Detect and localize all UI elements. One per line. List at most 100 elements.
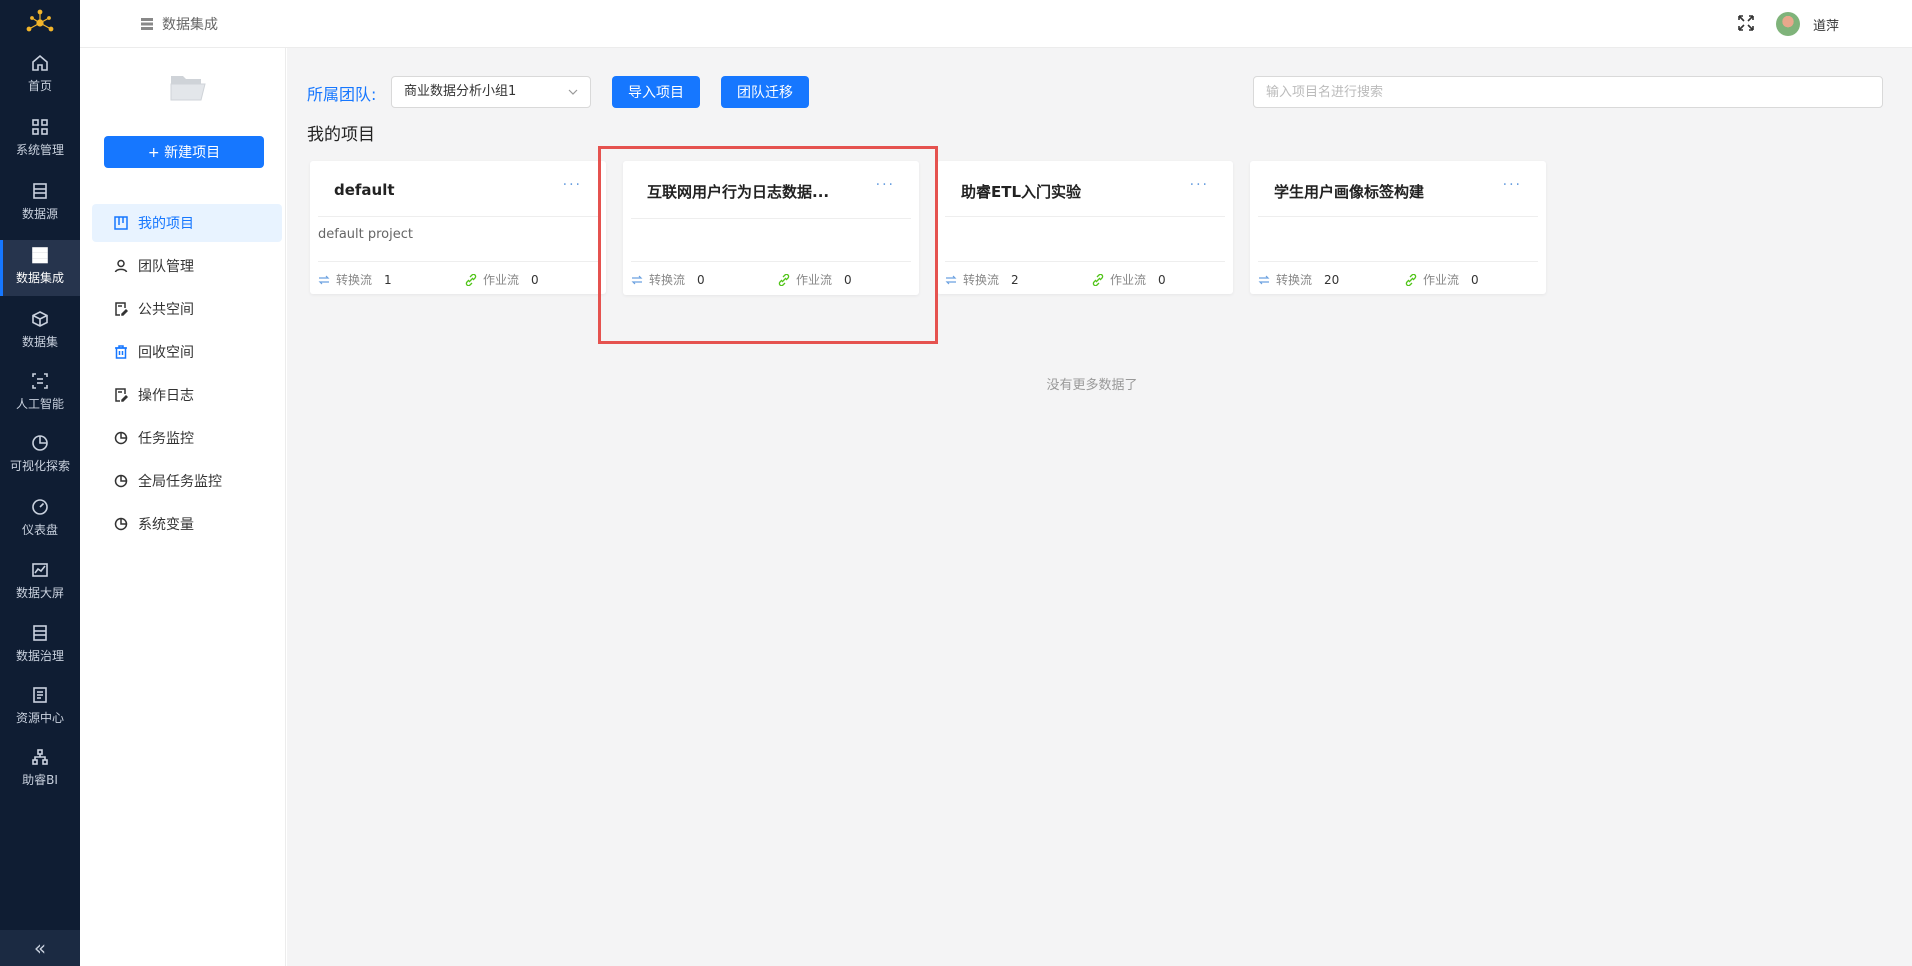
stat-count: 1 <box>384 272 392 287</box>
menu-label: 全局任务监控 <box>138 474 222 490</box>
project-title[interactable]: default <box>334 181 554 199</box>
rail-item-bi[interactable]: 助睿BI <box>0 742 80 798</box>
rail-item-resource[interactable]: 资源中心 <box>0 680 80 736</box>
top-header: 数据集成 道萍 <box>80 0 1912 48</box>
link-icon <box>1092 273 1104 286</box>
swap-icon <box>1258 275 1270 284</box>
rail-item-system[interactable]: 系统管理 <box>0 112 80 168</box>
doc-icon <box>33 183 47 199</box>
stat-label: 作业流 <box>1423 273 1460 287</box>
new-project-button[interactable]: + 新建项目 <box>104 136 264 168</box>
menu-global-task-monitor[interactable]: 全局任务监控 <box>92 462 282 500</box>
collapse-rail-button[interactable]: « <box>0 930 80 966</box>
edit-doc-icon <box>115 388 128 402</box>
board-icon <box>114 216 128 230</box>
stat-label: 作业流 <box>483 273 520 287</box>
team-select[interactable]: 商业数据分析小组1 <box>391 76 591 108</box>
menu-task-monitor[interactable]: 任务监控 <box>92 419 282 457</box>
main-area: 所属团队: 商业数据分析小组1 导入项目 团队迁移 我的项目 default ·… <box>287 48 1912 966</box>
stat-label: 转换流 <box>336 273 373 287</box>
divider <box>318 261 598 262</box>
link-icon <box>1405 273 1417 286</box>
menu-label: 系统变量 <box>138 517 194 533</box>
edit-doc-icon <box>115 302 128 316</box>
stat-count: 0 <box>1471 272 1479 287</box>
import-project-button[interactable]: 导入项目 <box>612 76 700 108</box>
menu-team-management[interactable]: 团队管理 <box>92 247 282 285</box>
menu-public-space[interactable]: 公共空间 <box>92 290 282 328</box>
project-title[interactable]: 助睿ETL入门实验 <box>961 181 1181 202</box>
user-name[interactable]: 道萍 <box>1813 15 1839 34</box>
transform-stat: 转换流 20 <box>1258 271 1339 288</box>
chevron-down-icon <box>568 89 578 95</box>
project-title[interactable]: 学生用户画像标签构建 <box>1274 181 1494 202</box>
transform-stat: 转换流 2 <box>945 271 1019 288</box>
rail-item-datasource[interactable]: 数据源 <box>0 176 80 232</box>
rail-label: 数据大屏 <box>15 586 64 600</box>
menu-recycle-space[interactable]: 回收空间 <box>92 333 282 371</box>
user-icon <box>114 259 128 273</box>
breadcrumb: 数据集成 <box>140 14 218 34</box>
project-card-default[interactable]: default ··· default project 转换流 1 作业流 0 <box>310 161 606 294</box>
trash-icon <box>115 345 127 359</box>
rail-label: 人工智能 <box>15 397 64 411</box>
job-stat: 作业流 0 <box>1092 271 1166 288</box>
server-icon <box>141 18 153 30</box>
rail-item-bigscreen[interactable]: 数据大屏 <box>0 555 80 611</box>
fullscreen-icon[interactable] <box>1737 14 1755 32</box>
stat-count: 0 <box>1158 272 1166 287</box>
stat-count: 0 <box>531 272 539 287</box>
rail-item-ai[interactable]: 人工智能 <box>0 366 80 422</box>
rail-item-dashboard[interactable]: 仪表盘 <box>0 492 80 548</box>
folder-icon <box>170 76 206 101</box>
pie-icon <box>114 431 128 445</box>
rail-item-dataset[interactable]: 数据集 <box>0 304 80 360</box>
project-search-input[interactable] <box>1253 76 1883 108</box>
rail-label: 系统管理 <box>15 143 64 157</box>
team-migrate-button[interactable]: 团队迁移 <box>721 76 809 108</box>
ai-icon <box>32 373 48 389</box>
job-stat: 作业流 0 <box>1405 271 1479 288</box>
nav-rail: 首页 系统管理 数据源 数据集成 数据集 人工智能 可视化探索 仪表盘 数据大屏… <box>0 0 80 966</box>
pie-icon <box>114 474 128 488</box>
team-select-value: 商业数据分析小组1 <box>404 84 517 99</box>
more-icon[interactable]: ··· <box>1503 177 1522 193</box>
breadcrumb-label: 数据集成 <box>162 17 218 33</box>
menu-my-projects[interactable]: 我的项目 <box>92 204 282 242</box>
rail-label: 数据集成 <box>15 271 64 285</box>
stat-label: 作业流 <box>1110 273 1147 287</box>
swap-icon <box>945 275 957 284</box>
stat-count: 20 <box>1324 272 1340 287</box>
rail-label: 数据集 <box>21 335 58 349</box>
project-card-student-profile[interactable]: 学生用户画像标签构建 ··· 转换流 20 作业流 0 <box>1250 161 1546 294</box>
rail-item-integration[interactable]: 数据集成 <box>0 240 80 296</box>
rail-item-governance[interactable]: 数据治理 <box>0 618 80 674</box>
menu-label: 团队管理 <box>138 259 194 275</box>
menu-operation-log[interactable]: 操作日志 <box>92 376 282 414</box>
menu-label: 我的项目 <box>138 216 194 232</box>
chart-icon <box>32 563 48 577</box>
more-icon[interactable]: ··· <box>563 177 582 193</box>
server-icon <box>32 247 48 264</box>
job-stat: 作业流 0 <box>465 271 539 288</box>
rail-label: 资源中心 <box>15 711 64 725</box>
app-logo-icon[interactable] <box>22 8 58 38</box>
swap-icon <box>318 275 330 284</box>
more-icon[interactable]: ··· <box>1190 177 1209 193</box>
rail-label: 可视化探索 <box>9 459 70 473</box>
file-icon <box>33 687 47 703</box>
project-card-etl-intro[interactable]: 助睿ETL入门实验 ··· 转换流 2 作业流 0 <box>937 161 1233 294</box>
home-icon <box>32 54 48 71</box>
rail-label: 首页 <box>27 79 52 93</box>
menu-label: 操作日志 <box>138 388 194 404</box>
transform-stat: 转换流 1 <box>318 271 392 288</box>
project-content: 所属团队: 商业数据分析小组1 导入项目 团队迁移 我的项目 default ·… <box>287 48 1897 948</box>
divider <box>1258 261 1538 262</box>
project-description: default project <box>318 227 413 242</box>
cube-icon <box>32 311 48 327</box>
rail-item-home[interactable]: 首页 <box>0 48 80 104</box>
menu-system-variables[interactable]: 系统变量 <box>92 505 282 543</box>
rail-item-explore[interactable]: 可视化探索 <box>0 428 80 484</box>
avatar[interactable] <box>1776 12 1800 36</box>
rail-label: 仪表盘 <box>21 523 58 537</box>
